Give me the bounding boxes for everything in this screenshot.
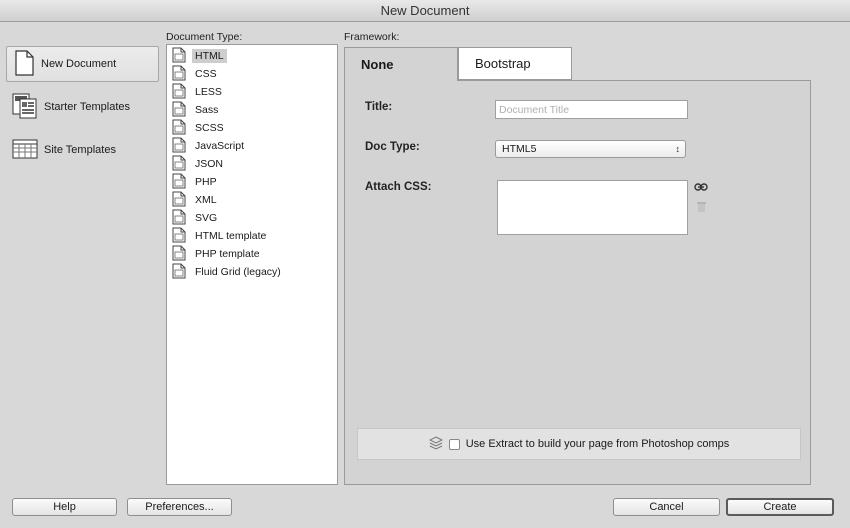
file-icon (172, 227, 186, 246)
create-button[interactable]: Create (726, 498, 834, 516)
doc-type-label: PHP template (195, 248, 260, 260)
attach-css-label: Attach CSS: (365, 181, 432, 193)
doc-type-css[interactable]: CSS (172, 65, 332, 83)
doc-type-label: JavaScript (195, 140, 245, 152)
category-panel: New Document Starter Templates Site Temp… (0, 22, 164, 488)
doctype-select[interactable]: HTML5 ↕ (495, 140, 686, 158)
preferences-button[interactable]: Preferences... (127, 498, 232, 516)
file-icon (172, 65, 186, 84)
doctype-value: HTML5 (502, 143, 537, 155)
doc-type-sass[interactable]: Sass (172, 101, 332, 119)
doc-type-html-template[interactable]: HTML template (172, 227, 332, 245)
doc-type-label: JSON (195, 158, 224, 170)
doc-type-label: HTML template (195, 230, 267, 242)
file-icon (172, 101, 186, 120)
file-icon (172, 137, 186, 156)
window-title: New Document (0, 0, 850, 22)
doc-type-label: Fluid Grid (legacy) (195, 266, 281, 278)
site-templates-icon (12, 139, 38, 162)
document-type-list[interactable]: HTML CSS LESS Sass SCSS JavaScript JSON … (166, 44, 338, 485)
updown-arrows-icon: ↕ (675, 144, 681, 154)
category-label: New Document (41, 58, 117, 70)
file-icon (172, 173, 186, 192)
extract-label: Use Extract to build your page from Phot… (465, 438, 730, 450)
doc-type-label: HTML (192, 49, 227, 63)
extract-checkbox[interactable] (448, 438, 460, 450)
blank-page-icon (13, 49, 35, 79)
file-icon (172, 155, 186, 174)
doc-type-fluid-grid[interactable]: Fluid Grid (legacy) (172, 263, 332, 281)
doc-type-svg[interactable]: SVG (172, 209, 332, 227)
doc-type-label: SVG (195, 212, 218, 224)
doc-type-scss[interactable]: SCSS (172, 119, 332, 137)
doc-type-label: PHP (195, 176, 217, 188)
link-icon[interactable] (694, 182, 708, 195)
help-button[interactable]: Help (12, 498, 117, 516)
file-icon (172, 245, 186, 264)
doc-type-php[interactable]: PHP (172, 173, 332, 191)
framework-label: Framework: (344, 31, 400, 43)
extract-layers-icon (428, 435, 443, 453)
doc-type-label: LESS (195, 86, 222, 98)
title-label: Title: (365, 101, 393, 113)
attach-css-list[interactable] (497, 180, 688, 235)
category-new-document[interactable]: New Document (6, 46, 159, 82)
file-icon (172, 119, 186, 138)
doc-type-label: XML (195, 194, 217, 206)
file-icon (172, 209, 186, 228)
doc-type-less[interactable]: LESS (172, 83, 332, 101)
tab-bootstrap[interactable]: Bootstrap (458, 47, 572, 80)
cancel-button[interactable]: Cancel (613, 498, 720, 516)
trash-icon[interactable] (696, 201, 707, 216)
extract-bar: Use Extract to build your page from Phot… (357, 428, 801, 460)
doc-type-html[interactable]: HTML (172, 47, 332, 65)
file-icon (172, 263, 186, 282)
doc-type-label: SCSS (195, 122, 224, 134)
doc-type-label: Sass (195, 104, 219, 116)
doc-type-xml[interactable]: XML (172, 191, 332, 209)
file-icon (172, 47, 186, 66)
doc-type-json[interactable]: JSON (172, 155, 332, 173)
file-icon (172, 83, 186, 102)
category-label: Starter Templates (44, 101, 131, 113)
doc-type-php-template[interactable]: PHP template (172, 245, 332, 263)
doctype-label: Doc Type: (365, 141, 420, 153)
category-label: Site Templates (44, 144, 116, 156)
document-type-label: Document Type: (166, 31, 243, 43)
doc-type-label: CSS (195, 68, 217, 80)
doc-type-javascript[interactable]: JavaScript (172, 137, 332, 155)
title-input[interactable] (495, 100, 688, 119)
category-site-templates[interactable]: Site Templates (6, 132, 159, 168)
file-icon (172, 191, 186, 210)
tab-none[interactable]: None (344, 47, 458, 81)
starter-templates-icon (12, 93, 38, 122)
category-starter-templates[interactable]: Starter Templates (6, 89, 159, 125)
